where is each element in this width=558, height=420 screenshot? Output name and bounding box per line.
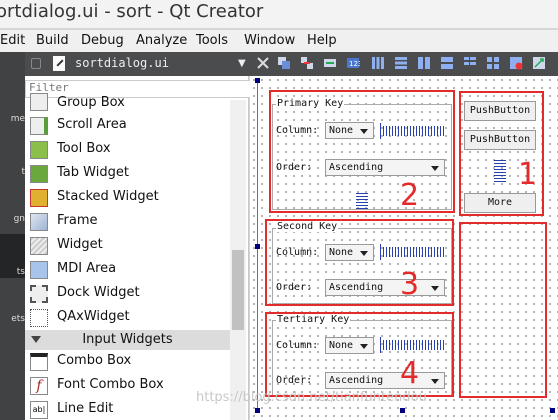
widget-box: Filter Group Box Scroll Area Tool Box Ta… [25,76,251,420]
menu-window[interactable]: Window [244,33,295,48]
widget-item-scroll-area[interactable]: Scroll Area [25,114,230,138]
widget-label: Group Box [57,95,125,110]
combo-box-icon [30,353,48,371]
widget-item-group-box[interactable]: Group Box [25,90,230,114]
widget-item-tool-box[interactable]: Tool Box [25,138,230,162]
widget-label: Line Edit [57,401,114,416]
resize-handle[interactable] [400,408,405,413]
layout-form-icon[interactable] [463,56,477,70]
lock-icon [31,58,41,69]
menu-debug[interactable]: Debug [81,33,124,48]
widget-label: Dock Widget [57,285,140,300]
annotation-box-1 [459,91,544,216]
widget-label: Tab Widget [57,165,129,180]
menu-help[interactable]: Help [307,33,337,48]
mode-design[interactable]: gn [0,214,25,224]
resize-handle[interactable] [255,244,260,249]
frame-icon [30,213,48,231]
category-input-widgets[interactable]: Input Widgets [25,330,230,350]
splitter-horizontal-icon[interactable] [417,56,431,70]
adjust-size-icon[interactable] [532,56,546,70]
widget-label: Stacked Widget [57,189,159,204]
widget-label: Combo Box [57,353,132,368]
line-edit-icon: ab| [30,401,48,419]
scroll-area-icon [30,117,48,135]
widget-box-scrollbar[interactable] [230,100,246,420]
group-box-icon [30,93,48,111]
mode-bar: me t gn ts ets [0,52,25,420]
menu-build[interactable]: Build [36,33,69,48]
font-combo-box-icon: f [30,377,48,395]
widget-label: Frame [57,213,98,228]
widget-item-stacked-widget[interactable]: Stacked Widget [25,186,230,210]
widget-label: MDI Area [57,261,117,276]
edit-signals-icon[interactable] [300,56,314,70]
editor-bar: sortdialog.ui [25,52,250,76]
title-bar: ortdialog.ui - sort - Qt Creator [0,0,558,28]
widget-label: Tool Box [57,141,111,156]
resize-handle[interactable] [255,78,260,83]
svg-text:123: 123 [349,60,360,68]
file-name[interactable]: sortdialog.ui [75,56,169,70]
widget-item-qaxwidget[interactable]: QAxWidget [25,306,230,330]
qaxwidget-icon [30,309,48,327]
chevron-down-icon[interactable]: ▼ [238,58,246,69]
widget-label: Font Combo Box [57,377,164,392]
widget-label: Widget [57,237,103,252]
annotation-box-4 [265,312,454,397]
splitter-vertical-icon[interactable] [440,56,454,70]
file-icon [53,56,65,71]
resize-handle[interactable] [255,408,260,413]
widget-item-tab-widget[interactable]: Tab Widget [25,162,230,186]
stacked-widget-icon [30,189,48,207]
watermark: https://blog.csdn.net/tianfuntendou [196,390,427,405]
widget-item-frame[interactable]: Frame [25,210,230,234]
close-icon[interactable] [256,56,270,70]
category-label: Input Widgets [82,332,173,347]
menu-bar: Edit Build Debug Analyze Tools Window He… [0,30,558,52]
widget-item-dock-widget[interactable]: Dock Widget [25,282,230,306]
menu-tools[interactable]: Tools [196,33,228,48]
mode-help[interactable]: ets [0,314,25,324]
annotation-number-4: 4 [400,356,420,391]
annotation-number-2: 2 [400,178,420,213]
dock-widget-icon [30,285,48,303]
widget-item-mdi-area[interactable]: MDI Area [25,258,230,282]
widget-label: Scroll Area [57,117,127,132]
edit-widgets-icon[interactable] [277,56,291,70]
layout-grid-icon[interactable] [486,56,500,70]
layout-horizontal-icon[interactable] [371,56,385,70]
widget-item-widget[interactable]: Widget [25,234,230,258]
resize-handle[interactable] [550,408,555,413]
annotation-number-3: 3 [400,267,420,302]
widget-icon [30,237,48,255]
widget-label: QAxWidget [57,309,130,324]
window-title: ortdialog.ui - sort - Qt Creator [0,1,264,22]
annotation-box-2 [269,90,455,213]
layout-vertical-icon[interactable] [394,56,408,70]
scrollbar-thumb[interactable] [232,250,244,330]
annotation-number-1: 1 [518,157,538,192]
annotation-box-3 [265,219,454,306]
annotation-box-5 [459,222,547,398]
mode-welcome[interactable]: me [0,114,25,124]
menu-edit[interactable]: Edit [0,33,25,48]
tab-widget-icon [30,165,48,183]
break-layout-icon[interactable] [509,56,523,70]
edit-buddies-icon[interactable] [323,56,337,70]
tool-box-icon [30,141,48,159]
mode-projects[interactable]: ts [0,267,25,277]
menu-analyze[interactable]: Analyze [136,33,187,48]
edit-tab-order-icon[interactable]: 123 [346,56,360,70]
mdi-area-icon [30,261,48,279]
form-toolbar: 123 [250,52,558,76]
widget-item-combo-box[interactable]: Combo Box [25,350,230,374]
mode-edit[interactable]: t [0,167,25,177]
